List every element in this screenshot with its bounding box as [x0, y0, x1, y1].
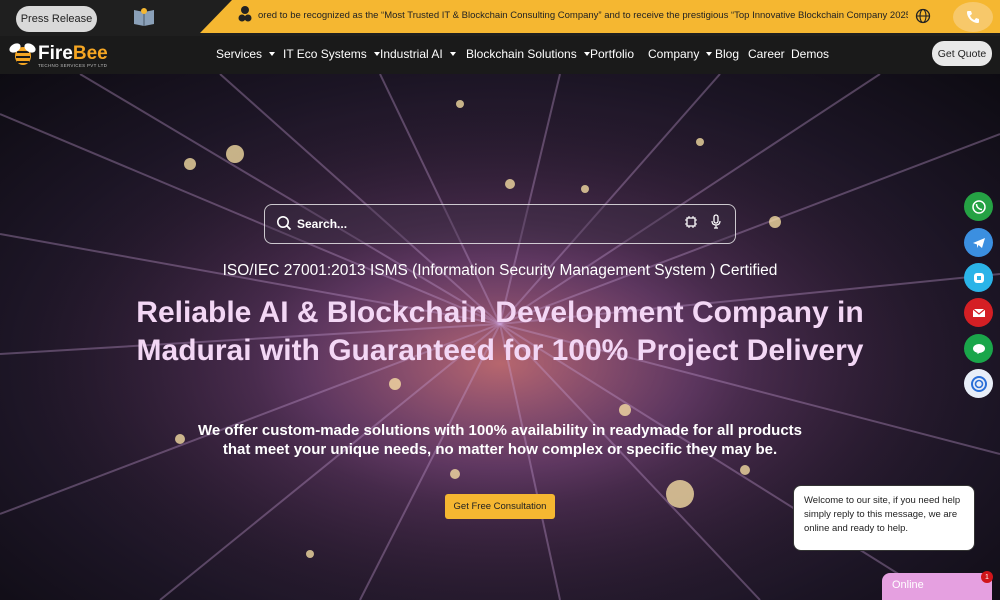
chat-app-button[interactable]	[964, 369, 993, 398]
chat-online-button[interactable]: Online	[882, 573, 992, 600]
caret-down-icon	[706, 52, 713, 56]
email-icon	[972, 308, 985, 317]
whatsapp-button[interactable]	[964, 192, 993, 221]
globe-icon[interactable]	[915, 8, 931, 24]
get-quote-button[interactable]: Get Quote	[932, 41, 992, 66]
nav-label: Blockchain Solutions	[466, 47, 577, 61]
announcement-text: ored to be recognized as the “Most Trust…	[258, 10, 908, 21]
award-icon	[238, 6, 252, 22]
nav-item-career[interactable]: Career	[748, 47, 785, 61]
nav-label: IT Eco Systems	[283, 47, 367, 61]
book-icon[interactable]	[132, 6, 156, 26]
nav-label: Company	[648, 47, 700, 61]
hero-subline: We offer custom-made solutions with 100%…	[197, 422, 803, 458]
phone-icon	[967, 11, 979, 23]
microphone-icon[interactable]	[710, 214, 722, 230]
caret-down-icon	[373, 52, 380, 56]
nav-item-blockchain-solutions[interactable]: Blockchain Solutions	[466, 47, 590, 61]
nav-item-it-eco-systems[interactable]: IT Eco Systems	[283, 47, 380, 61]
telegram-icon	[972, 237, 985, 248]
nav-label: Services	[216, 47, 263, 61]
nav-label: Career	[748, 47, 785, 61]
brand-tagline: TECHNO SERVICES PVT LTD	[38, 63, 108, 68]
nav-label: Industrial AI	[380, 47, 443, 61]
press-release-button[interactable]: Press Release	[16, 6, 97, 32]
telegram-button[interactable]	[964, 228, 993, 257]
nav-item-demos[interactable]: Demos	[791, 47, 829, 61]
skype-icon	[973, 272, 984, 283]
nav-item-company[interactable]: Company	[648, 47, 713, 61]
nav-item-industrial-ai[interactable]: Industrial AI	[380, 47, 456, 61]
nav-label: Blog	[715, 47, 740, 61]
search-icon	[277, 216, 292, 231]
ai-chip-icon[interactable]	[684, 215, 698, 229]
nav-item-portfolio[interactable]: Portfolio	[590, 47, 634, 61]
brand-name[interactable]: FireBee	[38, 43, 108, 65]
nav-label: Portfolio	[590, 47, 635, 61]
email-button[interactable]	[964, 298, 993, 327]
nav-item-blog[interactable]: Blog	[715, 47, 739, 61]
brand-name-part1: Fire	[38, 43, 73, 64]
skype-button[interactable]	[964, 263, 993, 292]
search-input[interactable]: Search...	[297, 217, 347, 231]
chat-welcome-message[interactable]: Welcome to our site, if you need help si…	[793, 485, 975, 551]
hero-headline: Reliable AI & Blockchain Development Com…	[136, 296, 864, 367]
whatsapp-icon	[971, 199, 986, 214]
phone-button[interactable]	[953, 2, 993, 32]
iso-certification-text: ISO/IEC 27001:2013 ISMS (Information Sec…	[222, 262, 778, 279]
caret-down-icon	[583, 52, 590, 56]
line-icon	[972, 343, 985, 354]
caret-down-icon	[269, 52, 276, 56]
brand-name-part2: Bee	[72, 43, 108, 64]
nav-label: Demos	[791, 47, 830, 61]
chat-app-icon	[970, 375, 987, 392]
unread-badge: 1	[981, 571, 993, 583]
caret-down-icon	[449, 52, 456, 56]
line-button[interactable]	[964, 334, 993, 363]
get-free-consultation-button[interactable]: Get Free Consultation	[445, 494, 555, 519]
nav-item-services[interactable]: Services	[216, 47, 276, 61]
